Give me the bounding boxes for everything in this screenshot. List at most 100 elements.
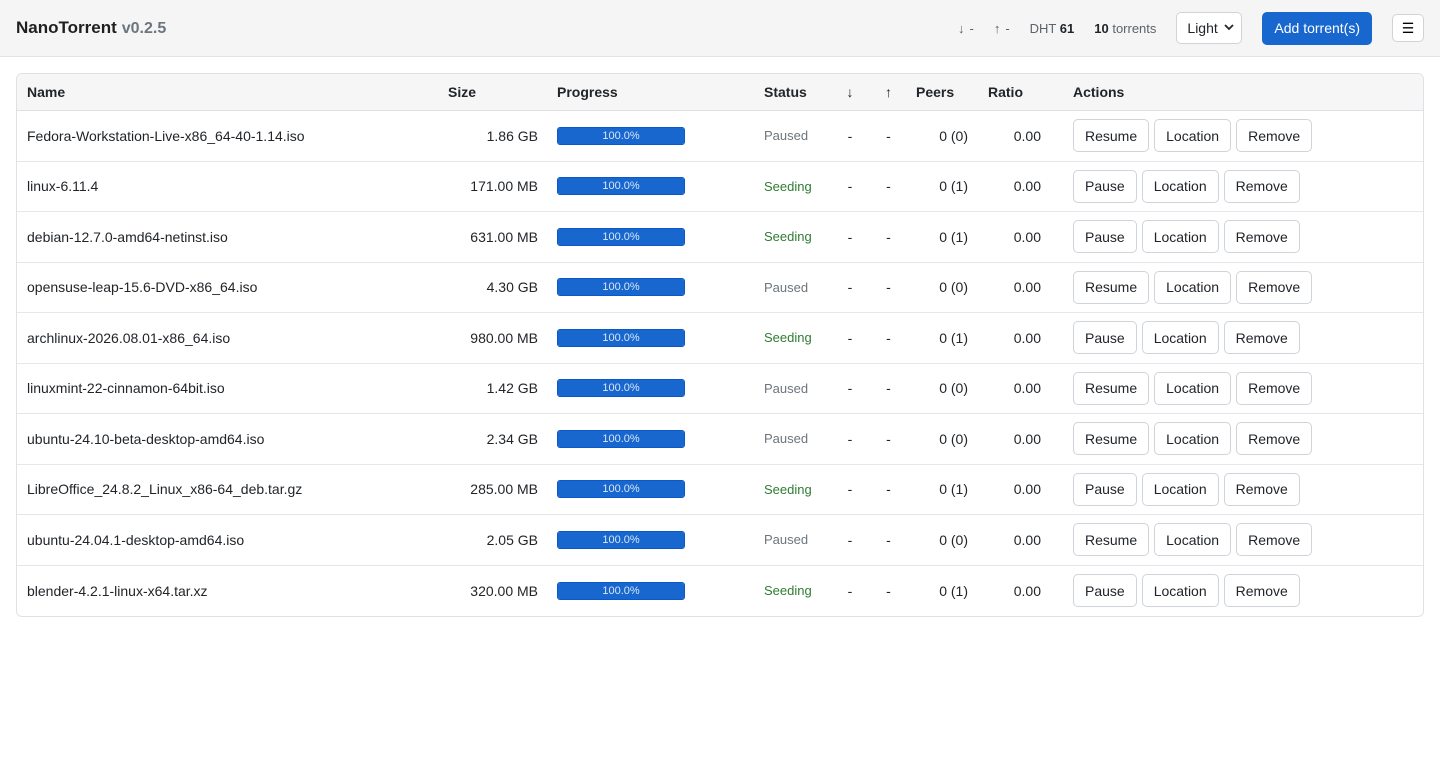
resume-button[interactable]: Resume [1073,270,1150,304]
torrent-download-rate: - [847,582,853,599]
table-row[interactable]: archlinux-2026.08.01-x86_64.iso 980.00 MB… [17,313,1423,364]
location-button[interactable]: Location [1154,523,1232,557]
menu-button[interactable]: ☰ [1392,14,1424,42]
add-torrent-button[interactable]: Add torrent(s) [1262,11,1372,45]
torrent-status: Seeding [764,178,812,194]
column-header-progress[interactable]: Progress [538,84,745,100]
torrent-size: 2.05 GB [486,531,538,548]
torrent-size: 1.86 GB [486,127,538,144]
remove-button[interactable]: Remove [1236,270,1313,304]
torrent-size: 980.00 MB [470,329,538,346]
theme-select[interactable]: Light [1176,12,1243,44]
remove-button[interactable]: Remove [1236,371,1313,405]
location-button[interactable]: Location [1141,220,1219,254]
resume-button[interactable]: Resume [1073,422,1150,456]
torrent-download-rate: - [847,380,853,397]
column-header-peers[interactable]: Peers [902,84,977,100]
torrent-ratio: 0.00 [1013,481,1041,498]
torrent-name: opensuse-leap-15.6-DVD-x86_64.iso [27,279,258,296]
torrent-download-rate: - [847,430,853,447]
remove-button[interactable]: Remove [1223,472,1300,506]
torrent-count-label: torrents [1112,20,1157,36]
column-header-upload[interactable]: ↑ [865,84,902,100]
torrent-download-rate: - [847,178,853,195]
progress-bar: 100.0% [557,278,685,297]
progress-bar: 100.0% [557,227,685,246]
location-button[interactable]: Location [1141,472,1219,506]
table-header: Name Size Progress Status ↓ ↑ Peers Rati… [17,74,1423,111]
torrent-peers: 0 (1) [939,582,968,599]
resume-button[interactable]: Resume [1073,119,1150,153]
remove-button[interactable]: Remove [1223,220,1300,254]
table-row[interactable]: ubuntu-24.10-beta-desktop-amd64.iso 2.34 … [17,414,1423,465]
pause-button[interactable]: Pause [1073,574,1137,608]
torrent-status: Paused [764,279,809,295]
pause-button[interactable]: Pause [1073,169,1137,203]
table-row[interactable]: linux-6.11.4 171.00 MB 100.0% Seeding - - 0 (1… [17,162,1423,212]
location-button[interactable]: Location [1141,169,1219,203]
torrent-actions: Resume Location Remove [1054,422,1423,456]
torrent-actions: Resume Location Remove [1054,119,1423,153]
download-arrow-icon: ↓ [957,20,965,36]
remove-button[interactable]: Remove [1236,119,1313,153]
progress-text: 100.0% [602,331,640,344]
pause-button[interactable]: Pause [1073,472,1137,506]
column-header-size[interactable]: Size [437,84,538,100]
torrent-progress: 100.0% [538,429,745,448]
remove-button[interactable]: Remove [1236,523,1313,557]
app-name: NanoTorrent [16,18,117,37]
torrent-upload-rate: - [886,178,891,195]
table-row[interactable]: debian-12.7.0-amd64-netinst.iso 631.00 MB… [17,212,1423,263]
progress-text: 100.0% [602,432,640,445]
table-row[interactable]: LibreOffice_24.8.2_Linux_x86-64_deb.tar.… [17,465,1423,515]
torrent-actions: Pause Location Remove [1054,321,1423,355]
torrent-ratio: 0.00 [1013,127,1041,144]
torrent-upload-rate: - [886,582,891,599]
torrent-upload-rate: - [886,228,891,245]
torrent-actions: Resume Location Remove [1054,371,1423,405]
torrent-name: linux-6.11.4 [27,178,99,195]
remove-button[interactable]: Remove [1223,321,1300,355]
resume-button[interactable]: Resume [1073,371,1150,405]
remove-button[interactable]: Remove [1223,169,1300,203]
table-row[interactable]: Fedora-Workstation-Live-x86_64-40-1.14.i… [17,111,1423,162]
progress-text: 100.0% [602,483,640,496]
column-header-name[interactable]: Name [17,84,437,100]
location-button[interactable]: Location [1141,574,1219,608]
pause-button[interactable]: Pause [1073,220,1137,254]
location-button[interactable]: Location [1154,270,1232,304]
location-button[interactable]: Location [1154,422,1232,456]
torrent-status: Paused [764,128,809,144]
torrent-ratio: 0.00 [1013,178,1041,195]
torrent-download-rate: - [847,127,853,144]
table-row[interactable]: linuxmint-22-cinnamon-64bit.iso 1.42 GB 10… [17,364,1423,414]
progress-text: 100.0% [602,584,640,597]
hamburger-icon: ☰ [1401,19,1415,36]
remove-button[interactable]: Remove [1223,574,1300,608]
torrent-name: blender-4.2.1-linux-x64.tar.xz [27,582,208,599]
location-button[interactable]: Location [1154,371,1232,405]
torrent-download-rate: - [847,279,853,296]
torrent-name: ubuntu-24.10-beta-desktop-amd64.iso [27,430,265,447]
upload-rate: ↑ - [994,21,1010,36]
progress-bar: 100.0% [557,379,685,398]
torrent-progress: 100.0% [538,278,745,297]
location-button[interactable]: Location [1154,119,1232,153]
upload-arrow-icon: ↑ [993,20,1001,36]
location-button[interactable]: Location [1141,321,1219,355]
pause-button[interactable]: Pause [1073,321,1137,355]
torrent-upload-rate: - [886,329,891,346]
dht-label: DHT [1029,20,1057,36]
resume-button[interactable]: Resume [1073,523,1150,557]
column-header-download[interactable]: ↓ [825,84,865,100]
table-row[interactable]: ubuntu-24.04.1-desktop-amd64.iso 2.05 GB 1… [17,515,1423,566]
torrent-status: Seeding [764,481,812,497]
column-header-ratio[interactable]: Ratio [977,84,1054,100]
column-header-status[interactable]: Status [745,84,825,100]
table-row[interactable]: blender-4.2.1-linux-x64.tar.xz 320.00 MB 1… [17,566,1423,617]
progress-text: 100.0% [602,180,640,193]
torrent-ratio: 0.00 [1013,531,1041,548]
progress-bar: 100.0% [557,177,685,196]
remove-button[interactable]: Remove [1236,422,1313,456]
table-row[interactable]: opensuse-leap-15.6-DVD-x86_64.iso 4.30 GB… [17,263,1423,313]
